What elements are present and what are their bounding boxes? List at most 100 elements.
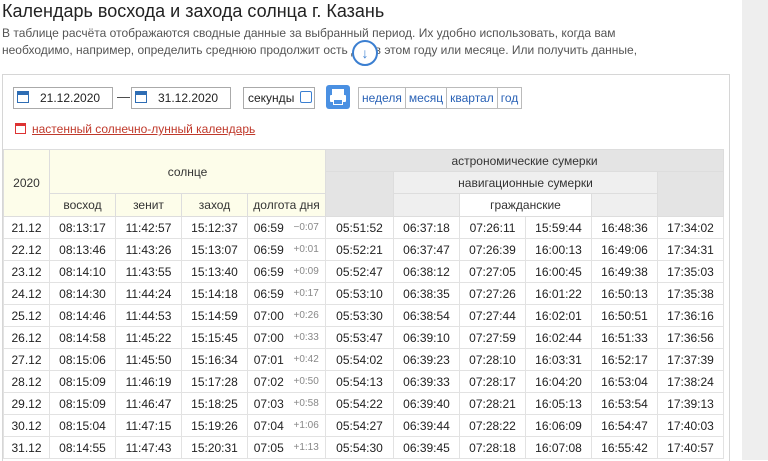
table-row: 26.12 08:14:58 11:45:22 15:15:45 07:00 +0:33 0… [3, 326, 724, 349]
nautical-dawn-cell: 06:39:44 [393, 414, 460, 437]
daylength-delta-cell: +0:17 [289, 282, 326, 305]
table-row: 30.12 08:15:04 11:47:15 15:19:26 07:04 +1:06 0… [3, 414, 724, 437]
nautical-dusk-cell: 16:49:06 [591, 238, 658, 261]
period-selector: неделя месяц квартал год [358, 87, 523, 109]
row-date-cell: 26.12 [3, 326, 50, 349]
sunset-cell: 15:12:37 [181, 216, 248, 239]
table-row: 25.12 08:14:46 11:44:53 15:14:59 07:00 +0:26 0… [3, 304, 724, 327]
nautical-dusk-cell: 16:55:42 [591, 436, 658, 459]
seconds-checkbox[interactable] [300, 91, 312, 103]
daylength-header: долгота дня [247, 193, 326, 217]
wall-calendar-link[interactable]: настенный солнечно-лунный календарь [15, 122, 255, 136]
nautical-dusk-cell: 16:49:38 [591, 260, 658, 283]
sunrise-cell: 08:15:06 [49, 348, 116, 371]
civil-dawn-cell: 07:28:21 [459, 392, 526, 415]
civil-dusk-cell: 16:07:08 [525, 436, 592, 459]
date-from-value: 21.12.2020 [40, 91, 101, 105]
civil-dawn-cell: 07:28:17 [459, 370, 526, 393]
row-date-cell: 31.12 [3, 436, 50, 459]
nautical-dawn-cell: 06:39:10 [393, 326, 460, 349]
date-to-field[interactable]: 31.12.2020 [131, 87, 231, 109]
nautical-dawn-cell: 06:37:47 [393, 238, 460, 261]
calendar-icon [15, 123, 26, 134]
daylength-cell: 06:59 [247, 282, 290, 305]
table-row: 29.12 08:15:09 11:46:47 15:18:25 07:03 +0:58 0… [3, 392, 724, 415]
row-date-cell: 27.12 [3, 348, 50, 371]
daylength-cell: 07:02 [247, 370, 290, 393]
astro-dusk-cell: 17:35:38 [657, 282, 724, 305]
table-row: 24.12 08:14:30 11:44:24 15:14:18 06:59 +0:17 0… [3, 282, 724, 305]
scroll-down-icon[interactable]: ↓ [352, 40, 378, 66]
civil-dusk-cell: 16:00:13 [525, 238, 592, 261]
daylength-delta-cell: +0:42 [289, 348, 326, 371]
sunset-cell: 15:15:45 [181, 326, 248, 349]
zenith-cell: 11:46:19 [115, 370, 182, 393]
row-date-cell: 24.12 [3, 282, 50, 305]
zenith-cell: 11:43:55 [115, 260, 182, 283]
row-date-cell: 21.12 [3, 216, 50, 239]
sun-table: 2020 солнце астрономические сумерки нави… [3, 149, 724, 459]
daylength-cell: 07:04 [247, 414, 290, 437]
nautical-dawn-cell: 06:39:33 [393, 370, 460, 393]
astro-dawn-cell: 05:52:47 [325, 260, 394, 283]
civil-twilight-header: гражданские [459, 193, 592, 217]
civil-dusk-cell: 16:06:09 [525, 414, 592, 437]
civil-dawn-cell: 07:28:18 [459, 436, 526, 459]
civil-dawn-cell: 07:27:59 [459, 326, 526, 349]
page-title: Календарь восхода и захода солнца г. Каз… [2, 1, 385, 21]
astro-dawn-cell: 05:51:52 [325, 216, 394, 239]
sunset-cell: 15:19:26 [181, 414, 248, 437]
zenith-cell: 11:46:47 [115, 392, 182, 415]
daylength-delta-cell: −0:07 [289, 216, 326, 239]
daylength-cell: 06:59 [247, 260, 290, 283]
daylength-delta-cell: +0:01 [289, 238, 326, 261]
seconds-toggle[interactable]: секунды [243, 87, 315, 109]
civil-dusk-cell: 16:00:45 [525, 260, 592, 283]
sunset-cell: 15:13:07 [181, 238, 248, 261]
astro-twilight-header: астрономические сумерки [325, 149, 724, 172]
sunset-cell: 15:14:59 [181, 304, 248, 327]
astro-dawn-cell: 05:54:22 [325, 392, 394, 415]
astro-dawn-cell: 05:53:30 [325, 304, 394, 327]
astro-dawn-cell: 05:54:30 [325, 436, 394, 459]
civil-dawn-cell: 07:26:39 [459, 238, 526, 261]
nautical-dusk-cell: 16:54:47 [591, 414, 658, 437]
nautical-dawn-cell: 06:37:18 [393, 216, 460, 239]
daylength-cell: 07:03 [247, 392, 290, 415]
sunrise-cell: 08:14:58 [49, 326, 116, 349]
zenith-header: зенит [115, 193, 182, 217]
table-row: 31.12 08:14:55 11:47:43 15:20:31 07:05 +1:13 0… [3, 436, 724, 459]
period-year-button[interactable]: год [498, 88, 522, 108]
date-from-field[interactable]: 21.12.2020 [13, 87, 113, 109]
zenith-cell: 11:44:53 [115, 304, 182, 327]
astro-dusk-cell: 17:36:56 [657, 326, 724, 349]
astro-dawn-cell: 05:53:47 [325, 326, 394, 349]
sunrise-cell: 08:15:04 [49, 414, 116, 437]
civil-dusk-cell: 15:59:44 [525, 216, 592, 239]
astro-dawn-cell: 05:54:02 [325, 348, 394, 371]
zenith-cell: 11:47:43 [115, 436, 182, 459]
sunset-cell: 15:13:40 [181, 260, 248, 283]
daylength-delta-cell: +0:09 [289, 260, 326, 283]
period-week-button[interactable]: неделя [359, 88, 406, 108]
year-header: 2020 [3, 149, 50, 217]
daylength-cell: 07:00 [247, 304, 290, 327]
daylength-delta-cell: +0:50 [289, 370, 326, 393]
print-button[interactable] [326, 85, 350, 109]
civil-dusk-cell: 16:02:01 [525, 304, 592, 327]
calendar-icon [17, 91, 29, 103]
astro-dusk-cell: 17:37:39 [657, 348, 724, 371]
astro-dusk-cell: 17:36:16 [657, 304, 724, 327]
nautical-dawn-cell: 06:38:35 [393, 282, 460, 305]
zenith-cell: 11:43:26 [115, 238, 182, 261]
table-row: 21.12 08:13:17 11:42:57 15:12:37 06:59 −0:07 0… [3, 216, 724, 239]
period-quarter-button[interactable]: квартал [447, 88, 498, 108]
nautical-dawn-cell: 06:38:12 [393, 260, 460, 283]
right-sidebar [742, 0, 768, 460]
nautical-twilight-header: навигационные сумерки [393, 171, 658, 194]
period-month-button[interactable]: месяц [406, 88, 448, 108]
zenith-cell: 11:47:15 [115, 414, 182, 437]
astro-dusk-cell: 17:40:57 [657, 436, 724, 459]
nautical-dusk-cell: 16:48:36 [591, 216, 658, 239]
civil-dawn-cell: 07:27:26 [459, 282, 526, 305]
